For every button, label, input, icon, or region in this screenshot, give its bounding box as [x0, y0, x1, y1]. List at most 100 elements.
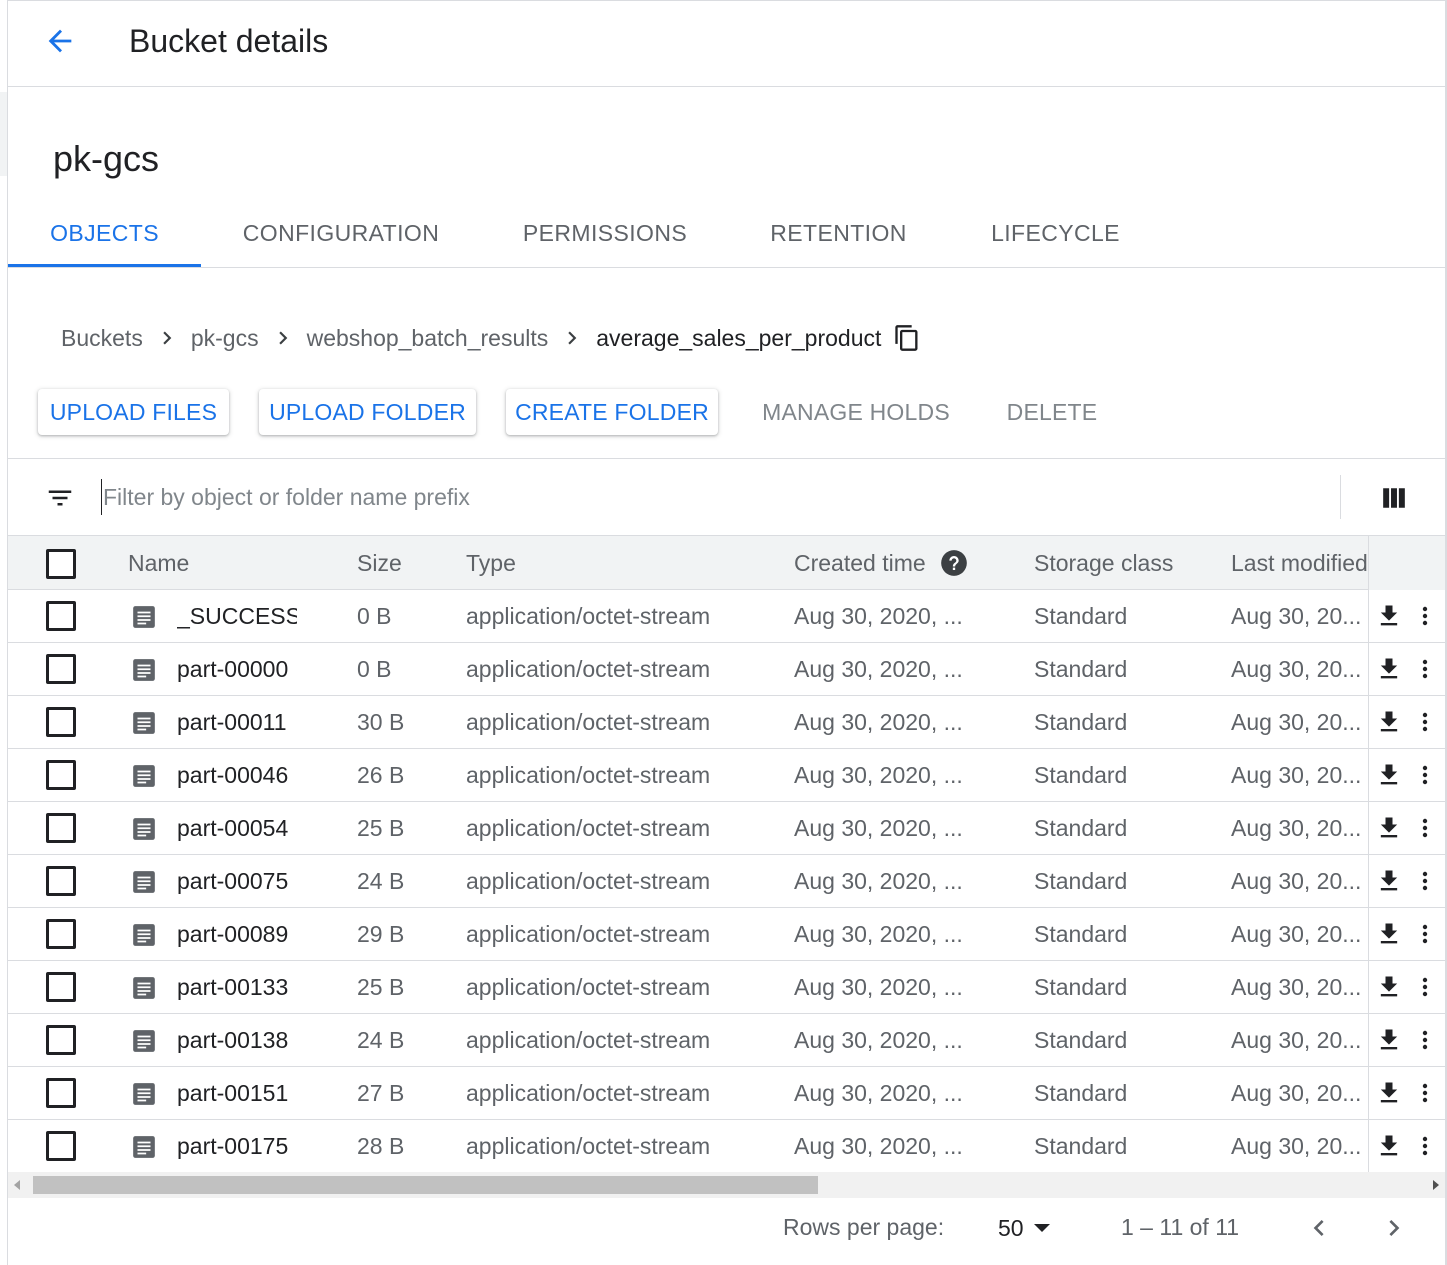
row-checkbox[interactable] [46, 919, 76, 949]
object-created-time: Aug 30, 2020, ... [794, 867, 963, 894]
upload-folder-button[interactable]: UPLOAD FOLDER [259, 389, 476, 435]
table-row[interactable]: part-00133 25 B application/octet-stream Au… [8, 961, 1445, 1014]
object-last-modified: Aug 30, 20... [1231, 867, 1362, 894]
object-size: 26 B [357, 761, 405, 788]
object-size: 24 B [357, 1026, 405, 1053]
column-header-type[interactable]: Type [466, 536, 516, 590]
scrollbar-thumb[interactable] [33, 1176, 818, 1194]
row-checkbox[interactable] [46, 813, 76, 843]
object-name-link[interactable]: part-00011 [177, 696, 297, 748]
tab-configuration[interactable]: CONFIGURATION [230, 200, 452, 266]
table-row[interactable]: part-00054 25 B application/octet-stream Au… [8, 802, 1445, 855]
column-header-last-modified[interactable]: Last modified [1231, 536, 1368, 590]
download-button[interactable] [1375, 1079, 1403, 1107]
next-page-button[interactable] [1378, 1212, 1410, 1244]
help-icon[interactable] [940, 549, 968, 577]
table-row[interactable]: part-00000 0 B application/octet-stream Aug… [8, 643, 1445, 696]
row-actions [1368, 802, 1445, 854]
object-name-link[interactable]: part-00000 [177, 643, 297, 695]
previous-page-button[interactable] [1303, 1212, 1335, 1244]
more-options-button[interactable] [1413, 602, 1437, 630]
download-button[interactable] [1375, 867, 1403, 895]
object-name-link[interactable]: part-00133 [177, 961, 297, 1013]
pagination: Rows per page: 50 1 – 11 of 11 [8, 1198, 1445, 1265]
table-row[interactable]: part-00089 29 B application/octet-stream Au… [8, 908, 1445, 961]
more-options-button[interactable] [1413, 761, 1437, 789]
more-options-button[interactable] [1413, 1026, 1437, 1054]
create-folder-button[interactable]: CREATE FOLDER [506, 389, 718, 435]
object-name-link[interactable]: part-00089 [177, 908, 297, 960]
table-row[interactable]: part-00151 27 B application/octet-stream Au… [8, 1067, 1445, 1120]
object-storage-class: Standard [1034, 1079, 1128, 1106]
column-header-size[interactable]: Size [357, 536, 402, 590]
row-checkbox[interactable] [46, 707, 76, 737]
download-button[interactable] [1375, 973, 1403, 1001]
column-header-created[interactable]: Created time [794, 536, 968, 590]
column-display-button[interactable] [1378, 482, 1410, 514]
row-checkbox[interactable] [46, 866, 76, 896]
breadcrumb-bucket[interactable]: pk-gcs [191, 325, 259, 352]
table-row[interactable]: part-00011 30 B application/octet-stream Au… [8, 696, 1445, 749]
more-options-button[interactable] [1413, 973, 1437, 1001]
object-name-link[interactable]: part-00151 [177, 1067, 297, 1119]
filter-button[interactable] [44, 482, 76, 514]
row-checkbox[interactable] [46, 1131, 76, 1161]
more-options-button[interactable] [1413, 1079, 1437, 1107]
table-row[interactable]: part-00175 28 B application/octet-stream Au… [8, 1120, 1445, 1172]
download-button[interactable] [1375, 1026, 1403, 1054]
more-options-button[interactable] [1413, 655, 1437, 683]
object-name-link[interactable]: part-00075 [177, 855, 297, 907]
chevron-right-icon [1389, 1220, 1400, 1236]
object-name-link[interactable]: part-00175 [177, 1120, 297, 1172]
more-options-button[interactable] [1413, 1132, 1437, 1160]
object-name-link[interactable]: _SUCCESS [177, 590, 297, 642]
row-checkbox[interactable] [46, 972, 76, 1002]
page-header: Bucket details [8, 1, 1445, 87]
object-type: application/octet-stream [466, 1132, 711, 1159]
row-checkbox[interactable] [46, 760, 76, 790]
download-button[interactable] [1375, 708, 1403, 736]
more-options-button[interactable] [1413, 920, 1437, 948]
rows-per-page-select[interactable]: 50 [998, 1208, 1050, 1248]
object-name-link[interactable]: part-00046 [177, 749, 297, 801]
table-row[interactable]: part-00046 26 B application/octet-stream Au… [8, 749, 1445, 802]
download-button[interactable] [1375, 655, 1403, 683]
tab-retention[interactable]: RETENTION [761, 200, 916, 266]
download-button[interactable] [1375, 761, 1403, 789]
table-row[interactable]: part-00138 24 B application/octet-stream Au… [8, 1014, 1445, 1067]
object-name-link[interactable]: part-00054 [177, 802, 297, 854]
download-button[interactable] [1375, 814, 1403, 842]
file-icon [133, 712, 155, 734]
column-header-storage-class[interactable]: Storage class [1034, 536, 1173, 590]
scroll-right-arrow[interactable] [1433, 1180, 1439, 1190]
filter-input[interactable] [101, 479, 1301, 515]
row-checkbox[interactable] [46, 601, 76, 631]
object-size: 24 B [357, 867, 405, 894]
select-all-checkbox[interactable] [46, 549, 76, 579]
row-checkbox[interactable] [46, 654, 76, 684]
copy-path-button[interactable] [893, 323, 921, 353]
more-vert-icon [1422, 765, 1428, 785]
tab-permissions[interactable]: PERMISSIONS [508, 200, 702, 266]
table-row[interactable]: part-00075 24 B application/octet-stream Au… [8, 855, 1445, 908]
breadcrumb-buckets[interactable]: Buckets [61, 325, 143, 352]
tab-lifecycle[interactable]: LIFECYCLE [983, 200, 1128, 266]
more-options-button[interactable] [1413, 867, 1437, 895]
breadcrumb: Buckets pk-gcs webshop_batch_results ave… [61, 318, 921, 358]
horizontal-scrollbar[interactable] [8, 1172, 1445, 1198]
row-checkbox[interactable] [46, 1078, 76, 1108]
table-row[interactable]: _SUCCESS 0 B application/octet-stream Aug 3… [8, 590, 1445, 643]
row-checkbox[interactable] [46, 1025, 76, 1055]
download-button[interactable] [1375, 602, 1403, 630]
back-button[interactable] [40, 21, 80, 61]
column-header-name[interactable]: Name [128, 536, 189, 590]
upload-files-button[interactable]: UPLOAD FILES [38, 389, 229, 435]
scroll-left-arrow[interactable] [14, 1180, 20, 1190]
download-button[interactable] [1375, 1132, 1403, 1160]
download-button[interactable] [1375, 920, 1403, 948]
more-options-button[interactable] [1413, 814, 1437, 842]
breadcrumb-folder[interactable]: webshop_batch_results [307, 325, 549, 352]
tab-objects[interactable]: OBJECTS [8, 200, 201, 267]
more-options-button[interactable] [1413, 708, 1437, 736]
object-name-link[interactable]: part-00138 [177, 1014, 297, 1066]
